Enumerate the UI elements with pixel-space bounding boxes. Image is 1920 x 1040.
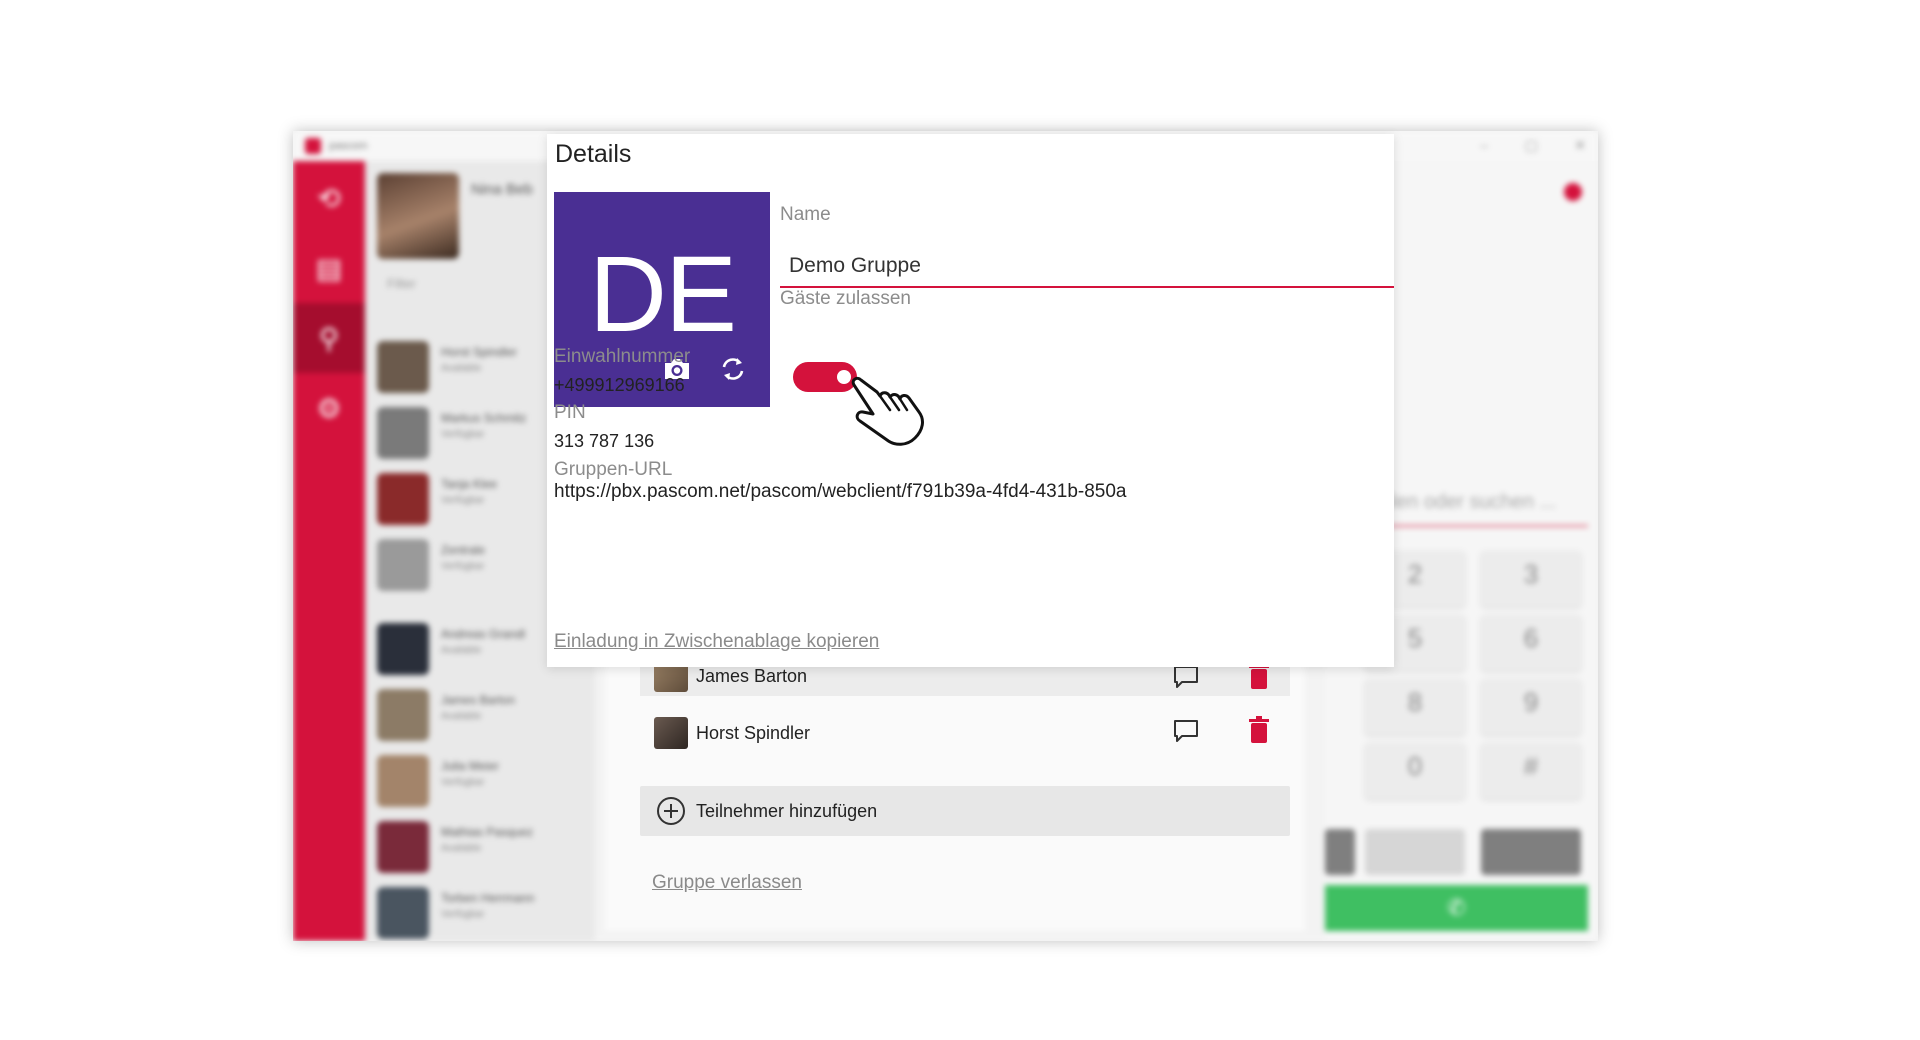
dial-key-9[interactable]: 9	[1481, 679, 1581, 735]
avatar	[377, 539, 429, 591]
history-icon[interactable]: ⟲	[293, 163, 365, 233]
dial-key-0[interactable]: 0	[1365, 743, 1465, 799]
contact-name: Tanja Klee	[441, 477, 498, 491]
contact-name: Torben Herrmann	[441, 891, 535, 905]
contact-status: Available	[441, 711, 482, 722]
dialog-title: Details	[555, 140, 632, 168]
dialer-action-button[interactable]	[1365, 829, 1465, 875]
dialin-label: Einwahlnummer	[554, 346, 691, 367]
user-name: Nina Beb	[471, 181, 533, 198]
app-title: pascom	[329, 140, 368, 152]
hand-pointer-icon	[851, 376, 924, 446]
dialer-action-button[interactable]	[1325, 829, 1355, 875]
name-label: Name	[780, 204, 831, 225]
contact-status: Available	[441, 843, 482, 854]
contact-status: Verfügbar	[441, 777, 485, 788]
dial-key-hash[interactable]: #	[1481, 743, 1581, 799]
contact-name: James Barton	[441, 693, 516, 707]
video-button[interactable]	[1481, 829, 1581, 875]
allow-guests-toggle[interactable]	[793, 362, 857, 392]
group-url-label: Gruppen-URL	[554, 459, 673, 480]
dial-key-8[interactable]: 8	[1365, 679, 1465, 735]
list-item[interactable]: Mathias Pasquez Available	[377, 817, 587, 877]
settings-gear-icon[interactable]: ⚙	[293, 373, 365, 443]
maximize-icon[interactable]: ▢	[1525, 137, 1538, 154]
details-dialog: Details DE Name Gäste zulassen Einwahlnu…	[547, 134, 1394, 667]
dial-key-3[interactable]: 3	[1481, 551, 1581, 607]
dialin-number: +499912969166	[554, 375, 685, 395]
contact-name: Zentrale	[441, 543, 486, 557]
call-button[interactable]: ✆	[1325, 885, 1588, 931]
pin-label: PIN	[554, 402, 586, 423]
avatar	[377, 887, 429, 939]
plus-circle-icon	[657, 797, 685, 825]
dial-key-6[interactable]: 6	[1481, 615, 1581, 671]
copy-invite-link[interactable]: Einladung in Zwischenablage kopieren	[554, 631, 879, 653]
add-participant-button[interactable]: Teilnehmer hinzufügen	[640, 786, 1290, 836]
participant-name: Horst Spindler	[696, 722, 811, 743]
search-icon[interactable]: ⚲	[293, 303, 365, 373]
participant-name: James Barton	[696, 665, 808, 686]
group-url-value: https://pbx.pascom.net/pascom/webclient/…	[554, 481, 1127, 502]
avatar	[377, 689, 429, 741]
nav-rail: ⟲ ▤ ⚲ ⚙	[293, 161, 365, 941]
contact-status: Verfügbar	[441, 909, 485, 920]
list-item[interactable]: Julia Meier Verfügbar	[377, 751, 587, 811]
avatar	[377, 407, 429, 459]
avatar	[377, 821, 429, 873]
contact-name: Mathias Pasquez	[441, 825, 534, 839]
avatar	[377, 623, 429, 675]
minimize-icon[interactable]: –	[1480, 137, 1488, 153]
contact-status: Verfügbar	[441, 429, 485, 440]
contact-name: Markus Schmitz	[441, 411, 527, 425]
pin-value: 313 787 136	[554, 431, 655, 451]
contact-status: Available	[441, 363, 482, 374]
guests-label: Gäste zulassen	[780, 288, 911, 309]
refresh-icon[interactable]	[718, 354, 748, 384]
contact-name: Horst Spindler	[441, 345, 518, 359]
list-item[interactable]: Torben Herrmann Verfügbar	[377, 883, 587, 941]
table-row: Horst Spindler	[640, 710, 1290, 756]
avatar	[654, 717, 688, 749]
list-item[interactable]: James Barton Available	[377, 685, 587, 745]
contact-name: Julia Meier	[441, 759, 500, 773]
contacts-card-icon[interactable]: ▤	[293, 233, 365, 303]
chat-icon[interactable]	[1172, 718, 1200, 744]
avatar-initials: DE	[588, 233, 737, 354]
app-logo-icon	[305, 138, 321, 154]
avatar	[377, 755, 429, 807]
avatar[interactable]	[377, 173, 459, 259]
toggle-knob	[837, 370, 851, 384]
close-icon[interactable]: ✕	[1574, 137, 1586, 154]
chat-icon[interactable]	[1172, 664, 1200, 690]
status-dot-icon	[1564, 183, 1582, 201]
group-name-input[interactable]	[780, 246, 1394, 288]
add-participant-label: Teilnehmer hinzufügen	[696, 800, 878, 821]
leave-group-link[interactable]: Gruppe verlassen	[652, 872, 802, 894]
contact-name: Andreas Grandl	[441, 627, 526, 641]
contact-status: Verfügbar	[441, 495, 485, 506]
delete-icon[interactable]	[1248, 716, 1270, 744]
avatar	[377, 473, 429, 525]
contact-status: Available	[441, 645, 482, 656]
contact-status: Verfügbar	[441, 561, 485, 572]
avatar	[377, 341, 429, 393]
